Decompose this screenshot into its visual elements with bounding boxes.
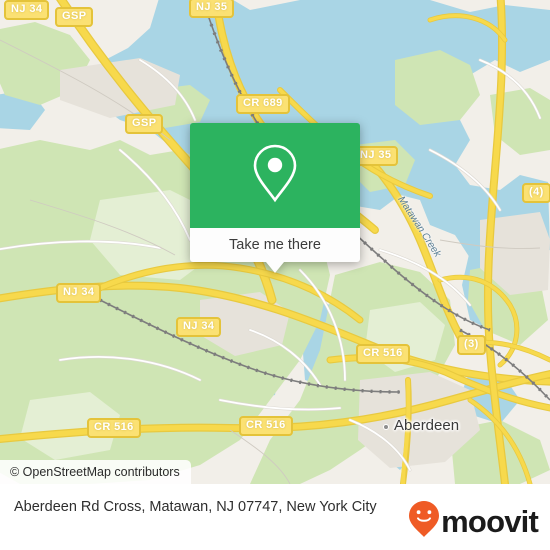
popup-header [190,123,360,228]
moovit-wordmark: moovit [441,504,539,539]
moovit-smiley-pin-icon [408,500,440,543]
road-shield-cr689[interactable]: CR 689 [236,94,290,114]
osm-attribution[interactable]: © OpenStreetMap contributors [0,460,191,484]
road-shield-cr516-b[interactable]: CR 516 [87,418,141,438]
map-canvas[interactable]: .w { fill:#a9d5e5; } .g { fill:#cfe5b4; … [0,0,550,484]
take-me-there-label: Take me there [229,237,321,253]
take-me-there-button[interactable]: Take me there [190,228,360,262]
road-shield-cr516-c[interactable]: CR 516 [239,416,293,436]
place-label-aberdeen: Aberdeen [394,417,460,434]
road-shield-gsp-a[interactable]: GSP [55,7,94,27]
footer-bar: Aberdeen Rd Cross, Matawan, NJ 07747, Ne… [0,484,550,550]
road-shield-nj34-b[interactable]: NJ 34 [56,283,102,303]
road-shield-cr516-a[interactable]: CR 516 [356,344,410,364]
popup-pointer-tail [266,262,284,273]
road-shield-nj34-c[interactable]: NJ 34 [176,317,222,337]
moovit-logo[interactable]: moovit [408,497,539,543]
road-shield-nj34-a[interactable]: NJ 34 [4,0,50,20]
map-pin-icon [251,142,299,209]
address-text: Aberdeen Rd Cross, Matawan, NJ 07747, Ne… [14,499,377,515]
road-shield-route3[interactable]: (3) [457,335,486,355]
road-shield-route4[interactable]: (4) [522,183,550,203]
place-dot-aberdeen [383,424,389,430]
moovit-map-screenshot: .w { fill:#a9d5e5; } .g { fill:#cfe5b4; … [0,0,550,550]
location-popup-card[interactable]: Take me there [190,123,360,273]
road-shield-nj35-a[interactable]: NJ 35 [189,0,235,18]
road-shield-gsp-b[interactable]: GSP [125,114,164,134]
